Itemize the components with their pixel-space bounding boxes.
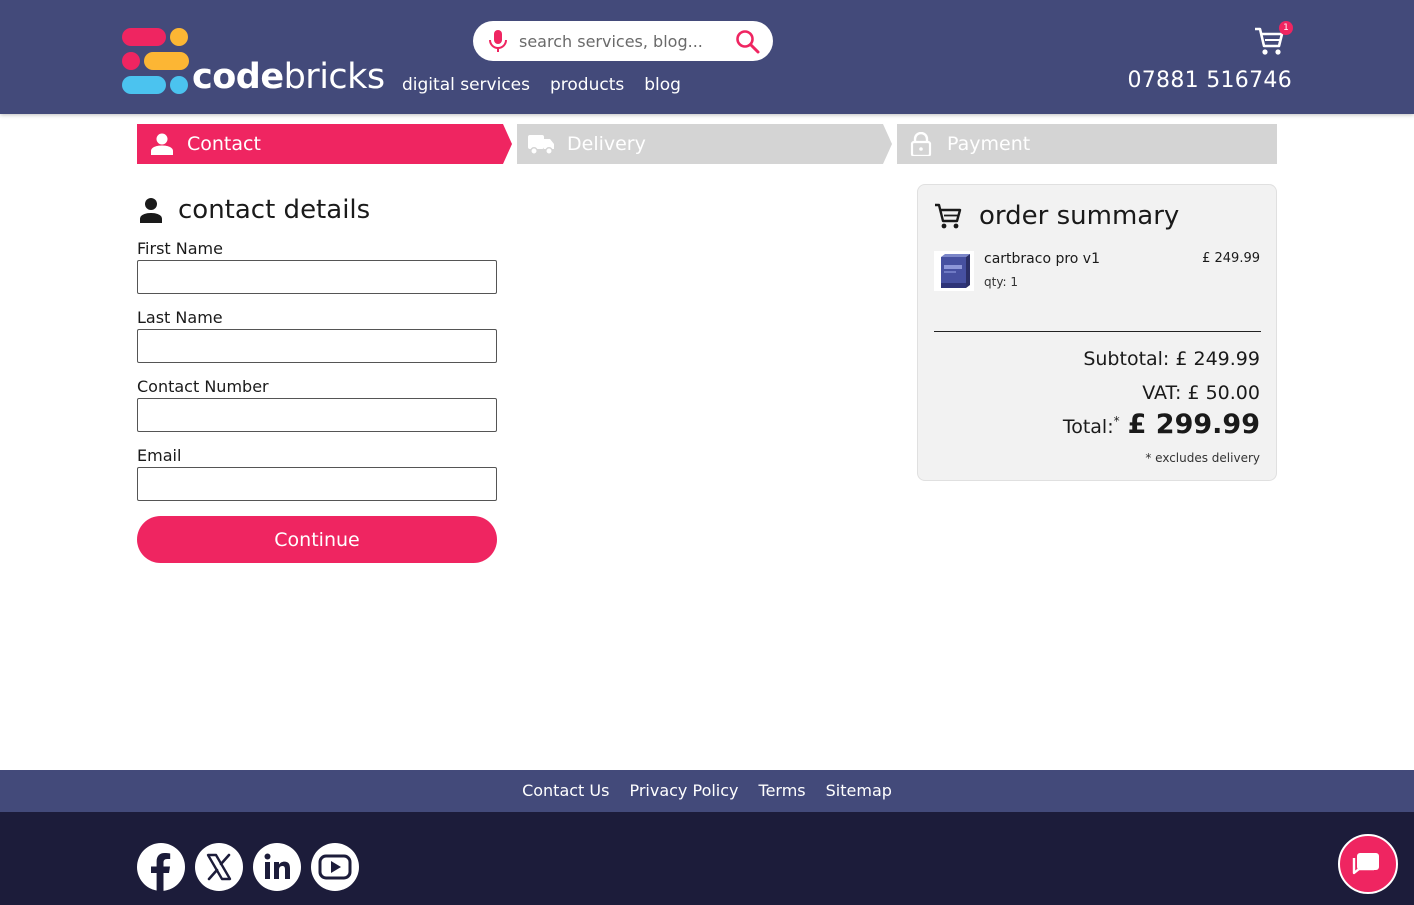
first-name-label: First Name	[137, 239, 223, 258]
step-contact[interactable]: Contact	[137, 124, 512, 164]
nav-digital-services[interactable]: digital services	[402, 74, 530, 96]
chat-bubble-icon	[1352, 853, 1379, 875]
product-qty: qty: 1	[984, 275, 1019, 289]
step-payment-label: Payment	[947, 133, 1031, 155]
excludes-delivery-note: * excludes delivery	[1145, 451, 1260, 465]
summary-divider	[934, 331, 1261, 332]
total-value: £ 299.99	[1127, 409, 1260, 440]
cart-button[interactable]: 1	[1253, 21, 1293, 56]
site-header: codebricks digital services products blo…	[0, 0, 1414, 114]
microphone-icon[interactable]	[487, 29, 509, 53]
checkout-steps: Contact Delivery Payment	[137, 124, 1277, 164]
total: Total: * £ 299.99	[1063, 409, 1260, 440]
contact-number-label: Contact Number	[137, 377, 269, 396]
email-label: Email	[137, 446, 182, 465]
product-name[interactable]: cartbraco pro v1	[984, 250, 1100, 268]
site-logo[interactable]: codebricks	[120, 25, 385, 97]
product-thumbnail[interactable]	[934, 251, 974, 291]
order-summary-title: order summary	[979, 201, 1180, 231]
email-field[interactable]	[137, 467, 497, 501]
subtotal: Subtotal: £ 249.99	[1083, 348, 1260, 370]
total-asterisk: *	[1113, 414, 1120, 428]
footer-links: Contact Us Privacy Policy Terms Sitemap	[0, 770, 1414, 812]
step-payment[interactable]: Payment	[897, 124, 1277, 164]
search-icon[interactable]	[735, 29, 761, 55]
facebook-icon[interactable]	[137, 843, 185, 891]
footer-link-contact-us[interactable]: Contact Us	[522, 781, 609, 801]
footer-link-privacy-policy[interactable]: Privacy Policy	[629, 781, 738, 801]
order-summary: order summary cartbraco pro v1 qty: 1 £ …	[917, 184, 1277, 481]
last-name-label: Last Name	[137, 308, 223, 327]
step-delivery-label: Delivery	[567, 133, 646, 155]
first-name-field[interactable]	[137, 260, 497, 294]
person-icon	[151, 133, 173, 155]
main-nav: digital services products blog	[402, 74, 681, 96]
contact-details-title: contact details	[178, 195, 371, 225]
cart-count-badge: 1	[1279, 21, 1293, 35]
youtube-icon[interactable]	[311, 843, 359, 891]
order-summary-heading: order summary	[934, 201, 1179, 231]
contact-details-heading: contact details	[137, 194, 370, 226]
vat: VAT: £ 50.00	[1142, 382, 1260, 404]
footer-link-sitemap[interactable]: Sitemap	[826, 781, 892, 801]
chat-launcher-button[interactable]	[1338, 834, 1398, 894]
nav-products[interactable]: products	[550, 74, 624, 96]
truck-icon	[528, 135, 554, 155]
search-bar	[473, 21, 773, 61]
cart-icon	[935, 203, 962, 229]
total-label: Total:	[1062, 416, 1114, 438]
logo-wordmark: codebricks	[192, 57, 385, 97]
logo-mark	[122, 28, 189, 94]
x-icon[interactable]	[195, 843, 243, 891]
person-icon	[140, 198, 162, 223]
product-box-image	[934, 251, 974, 291]
nav-blog[interactable]: blog	[644, 74, 681, 96]
lock-icon	[910, 132, 932, 156]
footer-bottom	[0, 812, 1414, 905]
search-input[interactable]	[519, 30, 719, 52]
product-price: £ 249.99	[1202, 251, 1260, 266]
footer-link-terms[interactable]: Terms	[759, 781, 806, 801]
step-contact-label: Contact	[187, 133, 261, 155]
continue-button[interactable]: Continue	[137, 516, 497, 563]
last-name-field[interactable]	[137, 329, 497, 363]
contact-number-field[interactable]	[137, 398, 497, 432]
step-delivery[interactable]: Delivery	[517, 124, 892, 164]
phone-number[interactable]: 07881 516746	[1120, 67, 1292, 95]
linkedin-icon[interactable]	[253, 843, 301, 891]
